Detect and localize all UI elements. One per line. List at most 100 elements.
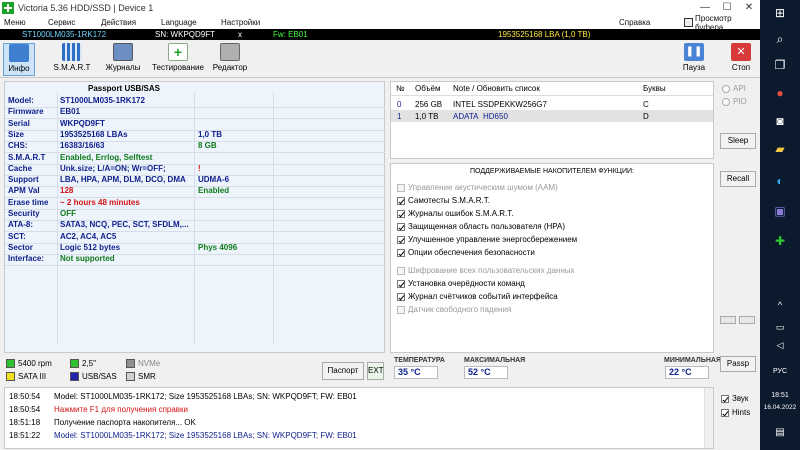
checkbox-box (397, 292, 405, 301)
browser-icon[interactable]: ● (770, 84, 790, 102)
passport-row: SCT: AC2, AC4, AC5 (5, 232, 385, 243)
tab-info[interactable]: Инфо (3, 43, 35, 76)
feature-checkbox[interactable]: Опции обеспечения безопасности (397, 248, 535, 257)
nudge-right-button[interactable] (739, 316, 755, 324)
passport-value: ST1000LM035-1RK172 (60, 96, 145, 105)
menu-item-help[interactable]: Справка (619, 18, 650, 27)
checkbox-box (397, 196, 405, 205)
drive-note: ADATA (453, 112, 479, 121)
clock-date[interactable]: 16.04.2022 (760, 404, 800, 411)
passport-row: APM Val 128 Enabled (5, 186, 385, 197)
sleep-button[interactable]: Sleep (720, 133, 756, 149)
sound-checkbox[interactable]: Звук (721, 394, 748, 403)
passport-label: Cache (8, 163, 33, 173)
passport-button[interactable]: Паспорт (322, 362, 364, 380)
col-note[interactable]: Note / Обновить список (453, 84, 540, 93)
drive-close-x[interactable]: x (238, 29, 242, 40)
feature-label: Датчик свободного падения (408, 305, 512, 314)
passport-label: Erase time (8, 197, 49, 207)
folder-icon[interactable]: ▰ (770, 140, 790, 158)
volume-icon[interactable]: ◁ (770, 336, 790, 354)
feature-checkbox[interactable]: Защищенная область пользователя (HPA) (397, 222, 565, 231)
passport-row: Size 1953525168 LBAs 1,0 TB (5, 130, 385, 141)
drive-note-model: HD650 (483, 112, 508, 121)
passport-label: Sector (8, 242, 33, 252)
menu-item-language[interactable]: Language (161, 18, 197, 27)
tab-testing[interactable]: + Тестирование (151, 43, 205, 76)
language-indicator[interactable]: РУС (760, 368, 800, 375)
drive-list-header: № Объём Note / Обновить список Буквы (391, 82, 713, 96)
checkbox-box (397, 222, 405, 231)
tray-chevron-icon[interactable]: ^ (770, 296, 790, 314)
feature-checkbox[interactable]: Установка очерёдности команд (397, 279, 525, 288)
log-message: Получение паспорта накопителя... OK (54, 418, 196, 427)
passport-value: LBA, HPA, APM, DLM, DCO, DMA (60, 175, 186, 185)
tab-editor[interactable]: Редактор (210, 43, 250, 76)
passport-value: AC2, AC4, AC5 (60, 231, 117, 241)
drive-row-selected[interactable]: 1 1,0 TB ADATA HD650 D (391, 110, 713, 122)
legend-sata: SATA III (6, 372, 46, 381)
passport-value: Enabled, Errlog, Selftest (60, 152, 153, 162)
menu-item-actions[interactable]: Действия (101, 18, 136, 27)
pause-button[interactable]: ❚❚ Пауза (680, 43, 708, 76)
sound-label: Звук (732, 394, 749, 403)
notification-icon[interactable]: ▤ (770, 424, 790, 442)
network-icon[interactable]: ▭ (770, 318, 790, 336)
legend-rpm: 5400 rpm (6, 359, 52, 368)
store-icon[interactable]: ▣ (770, 202, 790, 220)
passport-value: 1953525168 LBAs (60, 129, 128, 139)
recall-button[interactable]: Recall (720, 171, 756, 187)
feature-checkbox[interactable]: Шифрование всех пользовательских данных (397, 266, 575, 275)
stop-button[interactable]: ✕ Стоп (727, 43, 755, 76)
tab-smart[interactable]: S.M.A.R.T (50, 43, 94, 76)
api-radio[interactable]: API (722, 84, 746, 93)
clock-time[interactable]: 18:51 (760, 392, 800, 399)
feature-checkbox[interactable]: Самотесты S.M.A.R.T. (397, 196, 490, 205)
feature-checkbox[interactable]: Улучшенное управление энергосбережением (397, 235, 577, 244)
col-size[interactable]: Объём (415, 84, 441, 93)
passport-row: Support LBA, HPA, APM, DLM, DCO, DMA UDMA-… (5, 175, 385, 186)
search-icon[interactable]: ⌕ (770, 30, 790, 48)
drive-row[interactable]: 0 256 GB INTEL SSDPEKKW256G7 C (391, 98, 713, 110)
ext-button[interactable]: EXT (367, 362, 384, 380)
windows-start-icon[interactable]: ⊞ (770, 4, 790, 22)
legend-nvme: NVMe (126, 359, 160, 368)
col-letters[interactable]: Буквы (643, 84, 666, 93)
legend-usb-sas: USB/SAS (70, 372, 117, 381)
log-message: Model: ST1000LM035-1RK172; Size 19535251… (54, 392, 357, 401)
checkbox-box (397, 235, 405, 244)
hints-label: Hints (732, 408, 751, 417)
temp-max-value: 52 °C (464, 366, 508, 379)
drive-size: 256 GB (415, 100, 443, 109)
log-message: Нажмите F1 для получения справки (54, 405, 189, 414)
passp-button[interactable]: Passp (720, 356, 756, 372)
feature-checkbox[interactable]: Датчик свободного падения (397, 305, 511, 314)
drive-note: INTEL SSDPEKKW256G7 (453, 100, 547, 109)
legend-swatch (70, 359, 79, 368)
menu-item-main[interactable]: Меню (4, 18, 26, 27)
checkbox-box (721, 394, 729, 403)
tab-logs[interactable]: Журналы (105, 43, 141, 76)
victoria-taskbar-icon[interactable]: ✚ (770, 232, 790, 250)
stop-label: Стоп (731, 63, 751, 72)
checkbox-box (397, 183, 405, 192)
col-number[interactable]: № (396, 84, 405, 93)
passport-label: APM Val (8, 186, 40, 196)
feature-label: Управление акустическим шумом (AAM) (408, 183, 558, 192)
log-scrollbar[interactable] (704, 388, 713, 448)
edge-icon[interactable]: ◐ (770, 172, 790, 190)
menu-item-settings[interactable]: Настройки (221, 18, 260, 27)
pio-radio[interactable]: PIO (722, 97, 747, 106)
passport-label: ATA-8: (8, 220, 34, 230)
hints-checkbox[interactable]: Hints (721, 408, 750, 417)
nudge-left-button[interactable] (720, 316, 736, 324)
task-view-icon[interactable]: ❐ (770, 56, 790, 74)
feature-checkbox[interactable]: Журнал счётчиков событий интерфейса (397, 292, 558, 301)
drive-serial: SN: WKPQD9FT (155, 30, 216, 39)
feature-label: Защищенная область пользователя (HPA) (408, 222, 566, 231)
feature-checkbox[interactable]: Управление акустическим шумом (AAM) (397, 183, 558, 192)
feature-checkbox[interactable]: Журналы ошибок S.M.A.R.T. (397, 209, 513, 218)
camera-icon[interactable]: ◙ (770, 112, 790, 130)
drive-list: № Объём Note / Обновить список Буквы 0 2… (390, 81, 714, 159)
menu-item-service[interactable]: Сервис (48, 18, 75, 27)
